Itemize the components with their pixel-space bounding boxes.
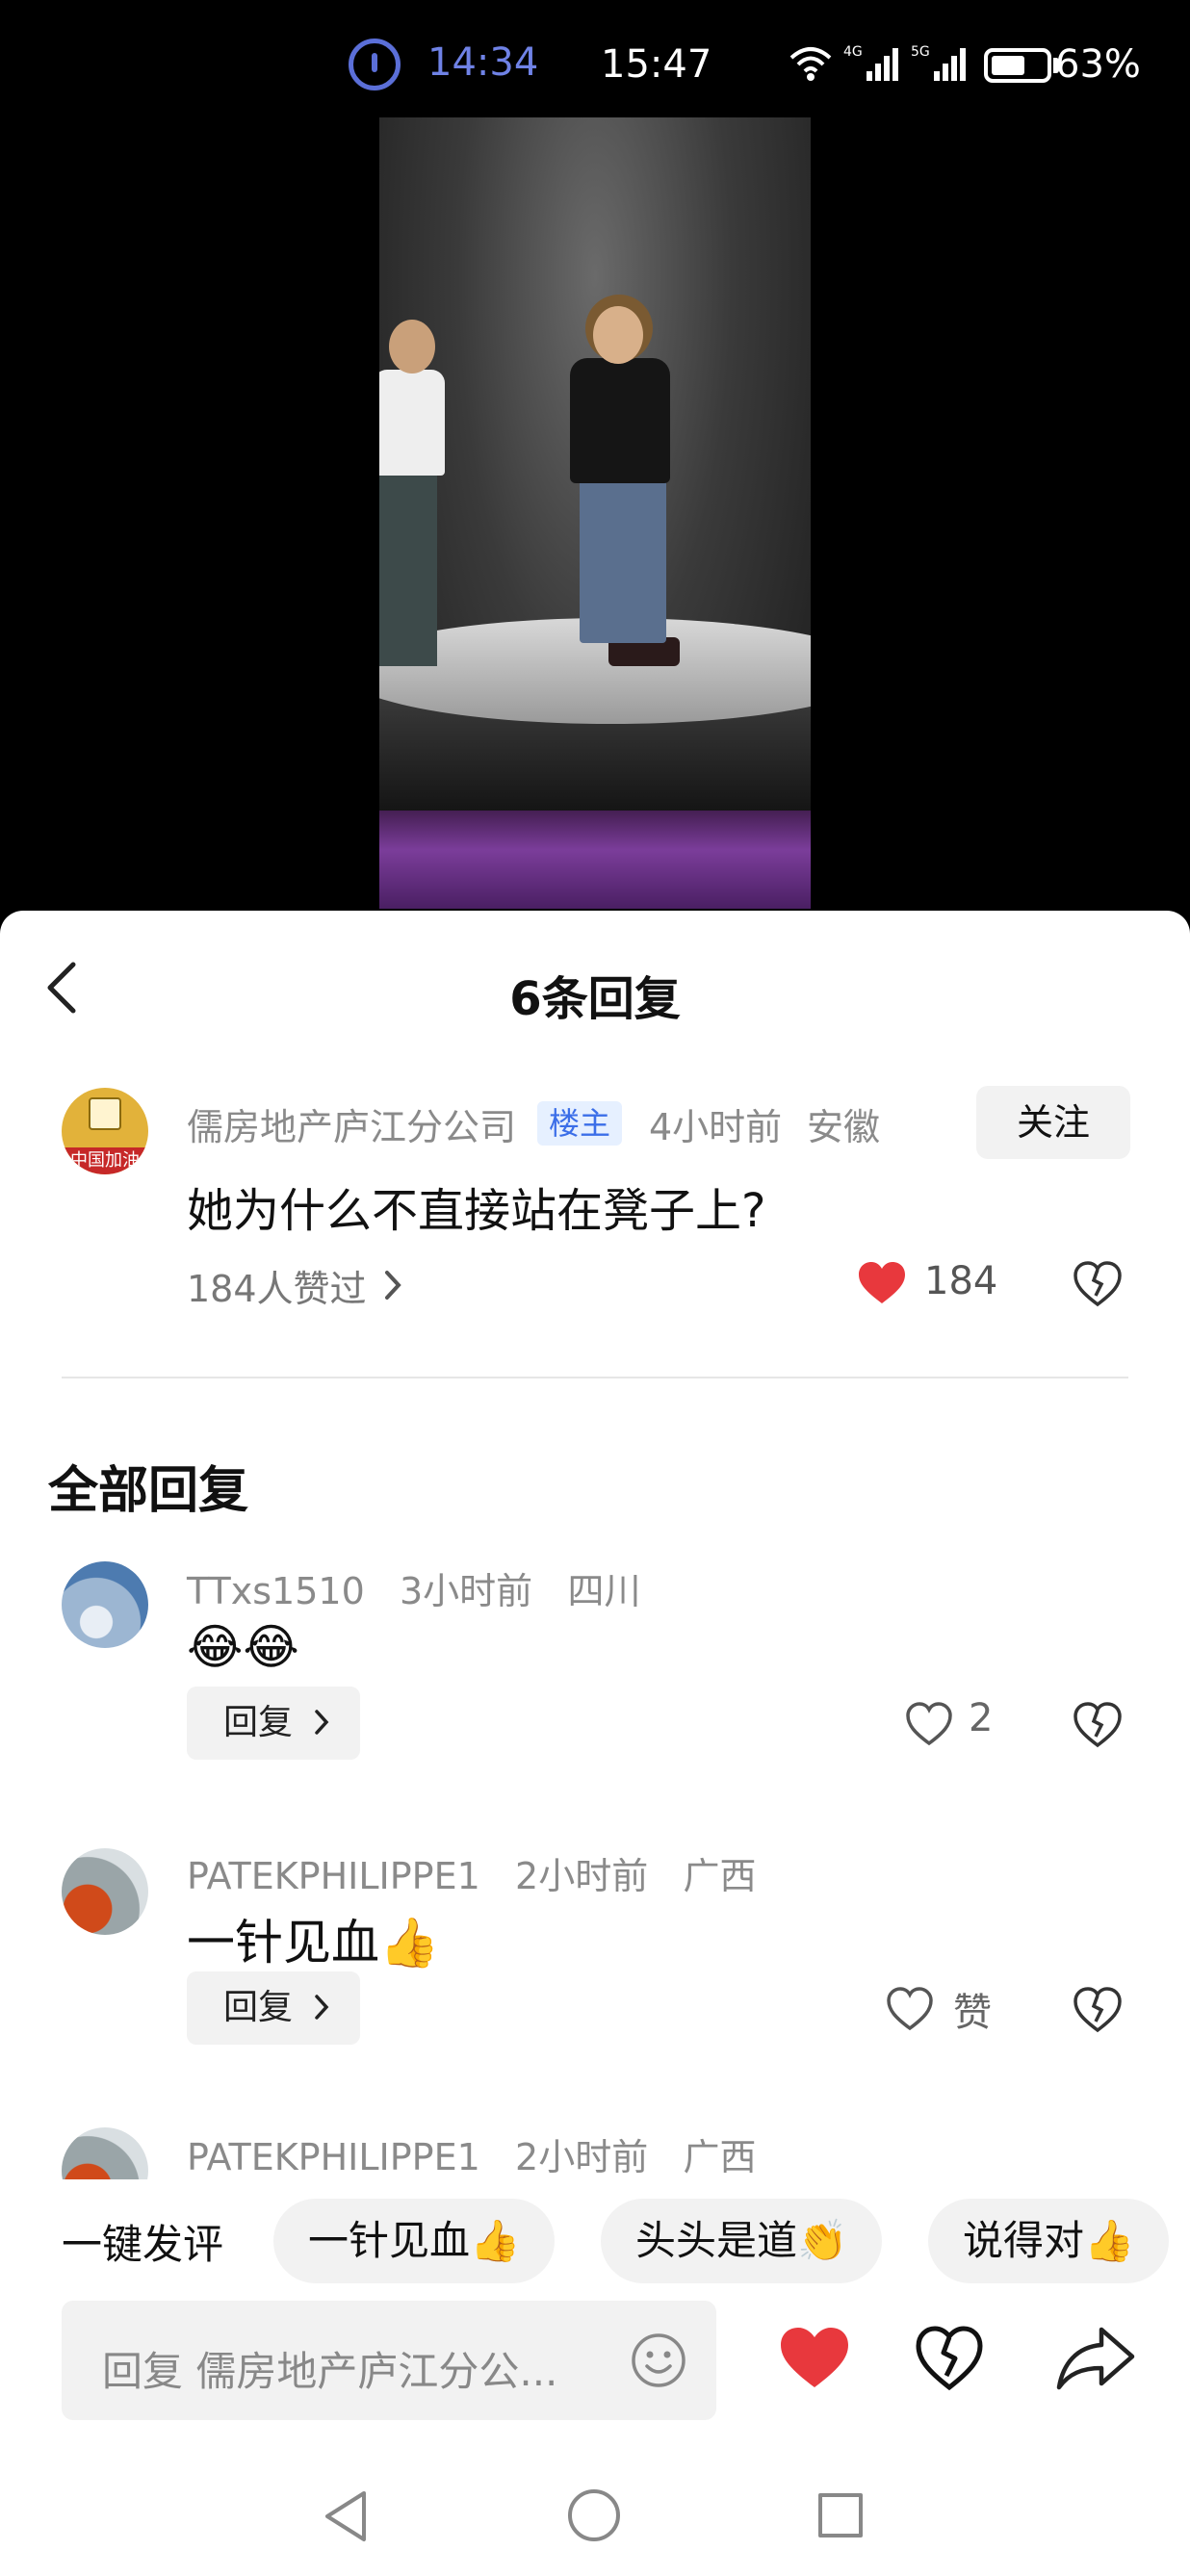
reply-time: 2小时前 [515,1855,649,1897]
reply-text: 😂😂 [187,1619,299,1675]
dislike-icon[interactable] [1073,1261,1123,1307]
chevron-right-icon [385,1271,401,1300]
op-author-name[interactable]: 儒房地产庐江分公司 [187,1097,516,1150]
performer-left-head [389,320,435,374]
heart-filled-icon[interactable] [857,1261,907,1305]
quick-comment-chip[interactable]: 头头是道👏 [601,2199,883,2283]
reply-location: 四川 [567,1570,641,1612]
reply-input-placeholder: 回复 儒房地产庐江分公... [102,2348,558,2395]
video-player[interactable] [379,117,811,909]
emoji-icon[interactable] [630,2331,687,2389]
performer-left-legs [379,474,437,666]
reply-meta: PATEKPHILIPPE1 2小时前 广西 [187,2127,756,2180]
reply-meta: TTxs1510 3小时前 四川 [187,1561,640,1614]
dislike-icon[interactable] [1073,1987,1123,2033]
op-time: 4小时前 [649,1106,783,1148]
reply-author[interactable]: TTxs1510 [187,1570,365,1612]
performer-right-head [593,306,643,364]
reply-input[interactable]: 回复 儒房地产庐江分公... [62,2301,716,2420]
reply-author[interactable]: PATEKPHILIPPE1 [187,2136,480,2178]
reply-meta: PATEKPHILIPPE1 2小时前 广西 [187,1846,756,1899]
reply-button-label: 回复 [223,1703,294,1742]
quick-comment-bar: 一键发评 一针见血👍 头头是道👏 说得对👍 [0,2179,1190,2295]
dislike-icon[interactable] [915,2326,984,2391]
nav-recents-icon[interactable] [818,2493,863,2537]
reply-location: 广西 [683,1855,757,1897]
share-icon[interactable] [1055,2324,1136,2393]
performer-left-body [379,370,445,476]
reply-text: 一针见血👍 [187,1915,440,1971]
battery-percent: 63% [1055,42,1141,87]
nav-back-icon[interactable] [322,2489,370,2543]
battery-icon [984,48,1051,83]
chevron-right-icon [315,1710,329,1735]
signal-4g-icon: 4G [843,44,898,81]
reply-avatar[interactable] [62,1848,148,1935]
all-replies-heading: 全部回复 [48,1462,249,1520]
company-logo-icon [89,1097,121,1130]
reply-time: 2小时前 [515,2136,649,2178]
op-avatar[interactable]: 中国加油 [62,1088,148,1174]
op-location: 安徽 [807,1106,881,1148]
reply-button[interactable]: 回复 [187,1971,360,2045]
dislike-icon[interactable] [1073,1702,1123,1748]
quick-comment-chip[interactable]: 说得对👍 [928,2199,1170,2283]
reply-author[interactable]: PATEKPHILIPPE1 [187,1855,480,1897]
timer-text: 14:34 [427,40,539,85]
panel-title: 6条回复 [509,972,681,1026]
wifi-icon [789,47,832,81]
performer-right-body [570,358,670,483]
svg-text:5G: 5G [911,44,930,60]
timer-icon [349,39,401,90]
reply-like-label: 赞 [953,1991,992,2035]
op-like-count: 184 [924,1259,998,1303]
heart-outline-icon[interactable] [886,1987,934,2031]
reply-button-label: 回复 [223,1988,294,2027]
heart-outline-icon[interactable] [905,1702,953,1746]
reply-button[interactable]: 回复 [187,1687,360,1760]
like-filled-icon[interactable] [778,2326,851,2391]
chevron-right-icon [315,1995,329,2020]
reply-avatar[interactable] [62,1561,148,1648]
svg-text:4G: 4G [843,44,863,60]
reply-location: 广西 [683,2136,757,2178]
divider [62,1377,1128,1378]
status-bar: 14:34 15:47 4G 5G 63% [0,0,1190,116]
op-badge: 楼主 [537,1101,623,1146]
reply-panel: 6条回复 中国加油 儒房地产庐江分公司 楼主 4小时前 安徽 关注 她为什么不直… [0,911,1190,2576]
reply-like-count: 2 [969,1696,994,1740]
reply-time: 3小时前 [400,1570,533,1612]
system-nav-bar [0,2451,1190,2576]
nav-home-icon[interactable] [568,2489,620,2541]
performer-right-legs [580,479,666,643]
quick-comment-label: 一键发评 [62,2221,224,2268]
signal-5g-icon: 5G [911,44,966,81]
avatar-tag: 中国加油 [62,1147,148,1174]
likes-summary-link[interactable]: 184人赞过 [187,1259,367,1312]
clock: 15:47 [601,42,712,87]
battery-level [992,56,1024,75]
follow-button[interactable]: 关注 [976,1086,1130,1159]
quick-comment-chip[interactable]: 一针见血👍 [273,2199,556,2283]
op-comment-text: 她为什么不直接站在凳子上? [187,1184,766,1238]
